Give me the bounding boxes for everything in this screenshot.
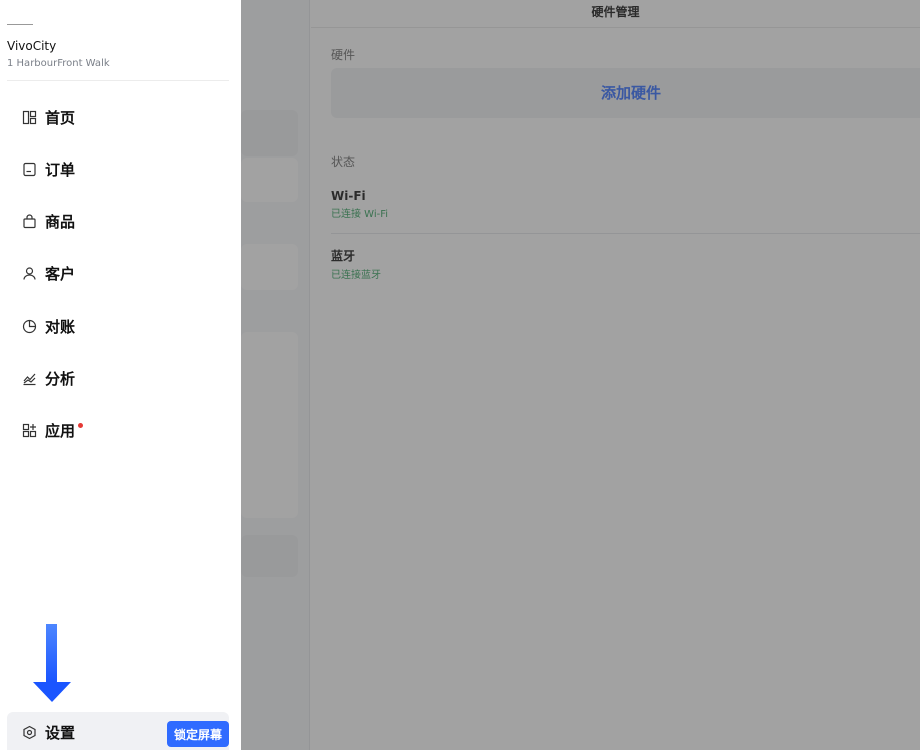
layout-grid-icon (20, 108, 38, 126)
sidebar-item-label: 首页 (45, 108, 76, 127)
sidebar-item-label: 对账 (45, 317, 76, 336)
sidebar-item-label: 客户 (45, 264, 76, 283)
sidebar-item-orders[interactable]: 订单 (20, 155, 220, 183)
sidebar-item-label: 商品 (45, 212, 76, 231)
document-icon (20, 160, 38, 178)
shopping-bag-icon (20, 212, 38, 230)
pie-chart-icon (20, 317, 38, 335)
apps-grid-icon (20, 421, 38, 439)
hexagon-settings-icon (20, 723, 38, 741)
sidebar-item-customers[interactable]: 客户 (20, 259, 220, 287)
sidebar-item-home[interactable]: 首页 (20, 103, 220, 131)
store-header[interactable]: VivoCity 1 HarbourFront Walk (7, 27, 229, 81)
settings-bar: 设置 锁定屏幕 (7, 712, 229, 750)
sidebar-drawer: VivoCity 1 HarbourFront Walk 首页 订单 商品 客户… (0, 0, 241, 750)
store-name: VivoCity (7, 39, 57, 53)
arrow-down-icon (33, 624, 71, 702)
notification-badge (78, 422, 84, 428)
sidebar-item-settings[interactable]: 设置 (20, 720, 75, 744)
store-logo-mark (7, 24, 33, 25)
store-address: 1 HarbourFront Walk (7, 58, 110, 69)
sidebar-item-apps[interactable]: 应用 (20, 416, 220, 444)
sidebar-item-label: 设置 (45, 723, 76, 742)
sidebar-item-products[interactable]: 商品 (20, 207, 220, 235)
sidebar-item-label: 应用 (45, 421, 76, 440)
sidebar-item-reconciliation[interactable]: 对账 (20, 312, 220, 340)
trend-chart-icon (20, 369, 38, 387)
sidebar-item-label: 订单 (45, 160, 76, 179)
lock-screen-button[interactable]: 锁定屏幕 (167, 721, 229, 747)
sidebar-item-label: 分析 (45, 369, 76, 388)
sidebar-item-analytics[interactable]: 分析 (20, 364, 220, 392)
person-icon (20, 264, 38, 282)
